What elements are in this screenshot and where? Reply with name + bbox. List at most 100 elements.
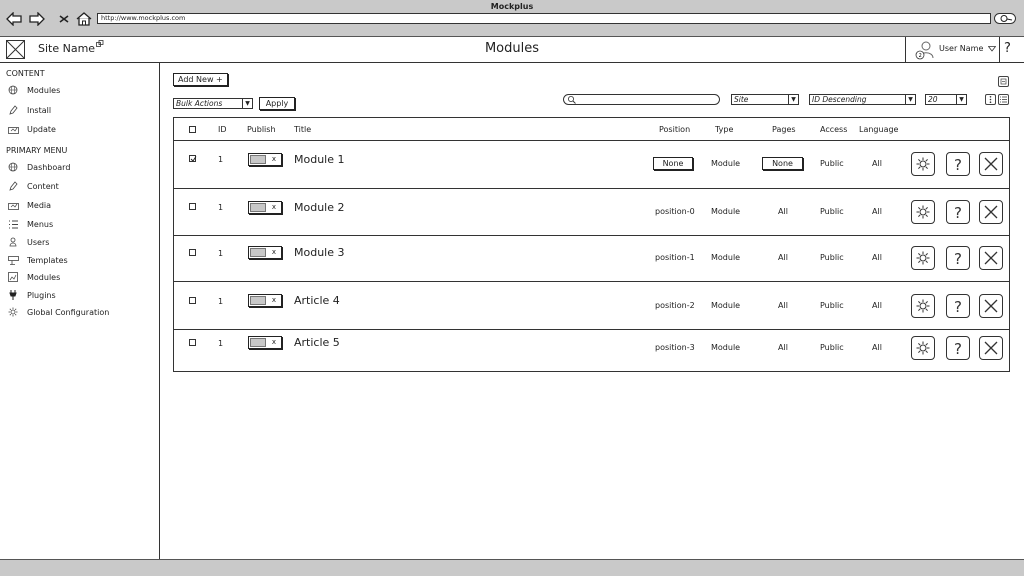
header-type[interactable]: Type	[715, 125, 733, 134]
home-icon[interactable]	[75, 10, 93, 28]
sidebar-item-label: Plugins	[27, 290, 56, 300]
toggle-mark: x	[271, 203, 276, 211]
row-type: Module	[711, 253, 741, 262]
sidebar-item-menus[interactable]: Menus	[6, 217, 53, 231]
gear-icon	[6, 306, 20, 318]
sidebar-item-label: Modules	[27, 272, 61, 282]
row-title[interactable]: Module 3	[294, 246, 345, 259]
help-icon[interactable]: ?	[946, 152, 970, 176]
url-bar[interactable]: http://www.mockplus.com	[97, 13, 991, 24]
header-language[interactable]: Language	[859, 125, 898, 134]
help-icon[interactable]: ?	[1004, 41, 1011, 56]
row-checkbox[interactable]	[189, 339, 196, 346]
row-type: Module	[711, 159, 741, 168]
sidebar-item-update[interactable]: Update	[6, 122, 56, 136]
row-title[interactable]: Article 5	[294, 336, 340, 349]
help-icon[interactable]: ?	[946, 294, 970, 318]
svg-text:?: ?	[954, 340, 962, 356]
table-row: 1 x Module 1 None Module None Public All…	[174, 141, 1009, 189]
row-checkbox[interactable]	[189, 249, 196, 256]
help-icon[interactable]: ?	[946, 246, 970, 270]
modules-table: ID Publish Title Position Type Pages Acc…	[173, 117, 1010, 372]
delete-icon[interactable]	[979, 294, 1003, 318]
sidebar-item-label: Templates	[27, 255, 68, 265]
row-checkbox[interactable]	[189, 297, 196, 304]
publish-toggle[interactable]: x	[248, 153, 282, 166]
site-filter-select[interactable]: Site ▼	[731, 94, 799, 105]
header-position[interactable]: Position	[659, 125, 690, 134]
row-title[interactable]: Module 1	[294, 153, 345, 166]
stop-icon[interactable]	[55, 10, 73, 28]
header-access[interactable]: Access	[820, 125, 847, 134]
row-access: Public	[820, 343, 844, 352]
settings-icon[interactable]	[911, 294, 935, 318]
row-title[interactable]: Module 2	[294, 201, 345, 214]
more-options-icon[interactable]	[985, 94, 996, 105]
row-access: Public	[820, 253, 844, 262]
header-id[interactable]: ID	[218, 125, 227, 134]
site-filter-value: Site	[734, 95, 749, 104]
row-position: position-2	[655, 301, 695, 310]
settings-icon[interactable]	[911, 200, 935, 224]
search-icon[interactable]	[994, 13, 1016, 24]
globe-icon	[6, 161, 20, 173]
sidebar-item-plugins[interactable]: Plugins	[6, 288, 56, 302]
sidebar-item-global-configuration[interactable]: Global Configuration	[6, 305, 109, 319]
delete-icon[interactable]	[979, 336, 1003, 360]
position-badge[interactable]: None	[653, 157, 693, 170]
publish-toggle[interactable]: x	[248, 336, 282, 349]
chevron-down-icon: ▼	[905, 95, 915, 104]
header-publish[interactable]: Publish	[247, 125, 276, 134]
table-row: 1 x Module 3 position-1 Module All Publi…	[174, 236, 1009, 282]
row-position: position-1	[655, 253, 695, 262]
list-view-icon[interactable]	[998, 94, 1009, 105]
back-arrow-icon[interactable]	[5, 10, 23, 28]
sidebar-item-dashboard[interactable]: Dashboard	[6, 160, 70, 174]
settings-icon[interactable]	[911, 246, 935, 270]
delete-icon[interactable]	[979, 152, 1003, 176]
table-row: 1 x Module 2 position-0 Module All Publi…	[174, 189, 1009, 236]
settings-icon[interactable]	[911, 152, 935, 176]
help-icon[interactable]: ?	[946, 200, 970, 224]
page-size-value: 20	[928, 95, 938, 104]
sidebar-item-modules[interactable]: Modules	[6, 83, 60, 97]
sidebar-item-modules-primary[interactable]: Modules	[6, 270, 60, 284]
toggle-mark: x	[271, 248, 276, 256]
user-menu[interactable]: 2 User Name	[905, 37, 1000, 62]
sidebar-item-install[interactable]: Install	[6, 103, 51, 117]
settings-icon[interactable]	[911, 336, 935, 360]
site-name[interactable]: Site Name	[38, 42, 95, 55]
publish-toggle[interactable]: x	[248, 294, 282, 307]
bulk-actions-select[interactable]: Bulk Actions ▼	[173, 98, 253, 109]
sidebar-item-media[interactable]: Media	[6, 198, 51, 212]
publish-toggle[interactable]: x	[248, 246, 282, 259]
sidebar-item-users[interactable]: Users	[6, 235, 49, 249]
svg-text:?: ?	[954, 250, 962, 266]
search-input[interactable]	[563, 94, 720, 105]
header-pages[interactable]: Pages	[772, 125, 796, 134]
external-link-icon[interactable]	[96, 40, 104, 51]
sidebar-item-content[interactable]: Content	[6, 179, 59, 193]
forward-arrow-icon[interactable]	[28, 10, 46, 28]
sidebar: CONTENT Modules Install Update PRIMARY M…	[0, 63, 160, 559]
help-icon[interactable]: ?	[946, 336, 970, 360]
sidebar-item-templates[interactable]: Templates	[6, 253, 68, 267]
sort-select[interactable]: ID Descending ▼	[809, 94, 916, 105]
apply-button[interactable]: Apply	[259, 97, 295, 110]
row-title[interactable]: Article 4	[294, 294, 340, 307]
add-new-button[interactable]: Add New +	[173, 73, 228, 86]
publish-toggle[interactable]: x	[248, 201, 282, 214]
export-icon[interactable]	[998, 76, 1009, 87]
row-checkbox-checked[interactable]	[189, 155, 197, 162]
row-position: position-3	[655, 343, 695, 352]
delete-icon[interactable]	[979, 200, 1003, 224]
pages-badge[interactable]: None	[762, 157, 803, 170]
header-title[interactable]: Title	[294, 125, 311, 134]
select-all-checkbox[interactable]	[189, 126, 196, 133]
page-size-select[interactable]: 20 ▼	[925, 94, 967, 105]
module-icon	[6, 271, 20, 283]
svg-text:?: ?	[954, 204, 962, 220]
row-checkbox[interactable]	[189, 203, 196, 210]
delete-icon[interactable]	[979, 246, 1003, 270]
browser-title: Mockplus	[490, 2, 534, 11]
